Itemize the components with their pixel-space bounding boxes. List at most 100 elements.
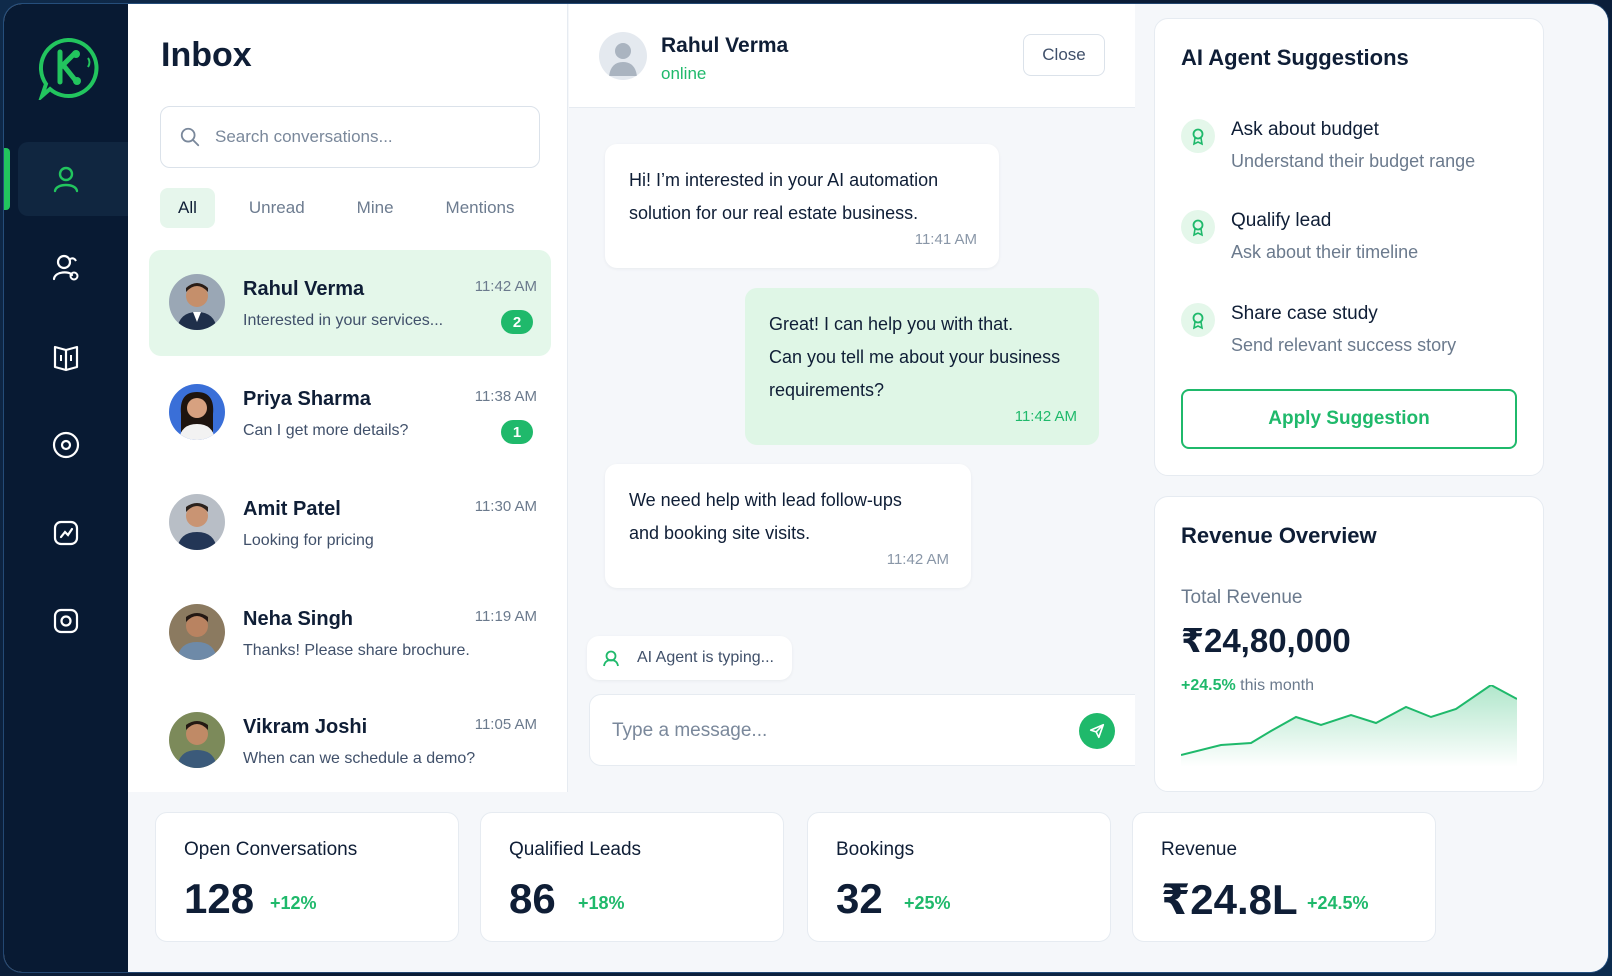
logo-icon[interactable] bbox=[36, 36, 100, 103]
filter-tab-mentions[interactable]: Mentions bbox=[428, 188, 533, 228]
send-button[interactable] bbox=[1079, 713, 1115, 749]
suggestions-title: AI Agent Suggestions bbox=[1181, 45, 1409, 70]
message-time: 11:42 AM bbox=[886, 551, 949, 568]
stat-label: Revenue bbox=[1161, 839, 1238, 860]
conversation-item[interactable]: Vikram Joshi When can we schedule a demo… bbox=[149, 688, 551, 794]
typing-indicator: AI Agent is typing... bbox=[587, 636, 792, 680]
contact-avatar-icon bbox=[599, 32, 647, 80]
suggestion-title: Ask about budget bbox=[1231, 119, 1379, 140]
sidebar-item-goals[interactable] bbox=[18, 408, 128, 482]
users-icon bbox=[52, 254, 79, 281]
stat-change: +25% bbox=[904, 893, 951, 913]
conversation-preview: Thanks! Please share brochure. bbox=[243, 642, 470, 659]
conversation-time: 11:42 AM bbox=[474, 278, 537, 295]
conversation-name: Neha Singh bbox=[243, 608, 354, 630]
ai-agent-icon bbox=[603, 650, 619, 667]
stat-value: 32 bbox=[836, 875, 883, 922]
message-time: 11:41 AM bbox=[914, 231, 977, 248]
typing-text: AI Agent is typing... bbox=[637, 649, 774, 666]
conversation-item[interactable]: Rahul Verma Interested in your services.… bbox=[149, 250, 551, 356]
target-icon bbox=[52, 431, 80, 459]
avatar bbox=[169, 604, 225, 660]
chat-contact-name: Rahul Verma bbox=[661, 34, 789, 57]
inbox-title: Inbox bbox=[161, 36, 252, 74]
suggestion-item[interactable]: Qualify lead Ask about their timeline bbox=[1181, 210, 1521, 280]
message-composer bbox=[589, 694, 1135, 766]
message-bubble: We need help with lead follow-ups and bo… bbox=[605, 464, 971, 588]
suggestion-item[interactable]: Ask about budget Understand their budget… bbox=[1181, 119, 1521, 189]
stat-change: +12% bbox=[270, 893, 317, 913]
search-input[interactable] bbox=[215, 127, 515, 147]
main-area: Inbox All Unread Mine Mentions Rahul Ver… bbox=[128, 4, 1608, 972]
search-icon bbox=[180, 127, 200, 147]
chat-panel: Rahul Verma online Close Hi! I’m interes… bbox=[569, 4, 1135, 792]
stat-card-revenue: Revenue ₹24.8L +24.5% bbox=[1132, 812, 1436, 942]
conversation-time: 11:05 AM bbox=[474, 716, 537, 733]
conversation-preview: Interested in your services... bbox=[243, 312, 444, 329]
avatar bbox=[169, 384, 225, 440]
conversation-name: Amit Patel bbox=[243, 498, 341, 520]
message-bubble: Hi! I’m interested in your AI automation… bbox=[605, 144, 999, 268]
suggestion-item[interactable]: Share case study Send relevant success s… bbox=[1181, 303, 1521, 373]
stat-card-qualified-leads: Qualified Leads 86 +18% bbox=[480, 812, 784, 942]
conversation-time: 11:38 AM bbox=[474, 388, 537, 405]
stat-label: Bookings bbox=[836, 839, 915, 860]
suggestion-title: Share case study bbox=[1231, 303, 1378, 324]
conversation-item[interactable]: Neha Singh Thanks! Please share brochure… bbox=[149, 580, 551, 686]
conversation-item[interactable]: Priya Sharma Can I get more details? 11:… bbox=[149, 360, 551, 466]
filter-tabs: All Unread Mine Mentions bbox=[160, 188, 549, 228]
filter-tab-unread[interactable]: Unread bbox=[231, 188, 323, 228]
suggestion-subtitle: Understand their budget range bbox=[1231, 151, 1476, 171]
user-icon bbox=[53, 166, 79, 193]
ai-agent-icon bbox=[1181, 303, 1215, 337]
stat-value: ₹24.8L bbox=[1161, 876, 1298, 923]
close-button[interactable]: Close bbox=[1023, 34, 1105, 76]
app-window: Inbox All Unread Mine Mentions Rahul Ver… bbox=[4, 4, 1608, 972]
sidebar bbox=[4, 4, 128, 972]
ai-agent-icon bbox=[1181, 210, 1215, 244]
search-box[interactable] bbox=[160, 106, 540, 168]
book-icon bbox=[53, 345, 79, 372]
conversation-name: Rahul Verma bbox=[243, 278, 365, 300]
sidebar-item-knowledge[interactable] bbox=[18, 320, 128, 394]
inbox-panel: Inbox All Unread Mine Mentions Rahul Ver… bbox=[128, 4, 568, 792]
revenue-value: ₹24,80,000 bbox=[1181, 622, 1351, 659]
message-bubble: Great! I can help you with that. Can you… bbox=[745, 288, 1099, 445]
ai-agent-icon bbox=[1181, 119, 1215, 153]
message-line: Can you tell me about your business bbox=[769, 347, 1061, 367]
unread-badge: 1 bbox=[501, 420, 533, 444]
conversation-preview: Can I get more details? bbox=[243, 422, 409, 439]
revenue-label: Total Revenue bbox=[1181, 587, 1303, 608]
send-icon bbox=[1089, 723, 1105, 739]
sidebar-item-analytics[interactable] bbox=[18, 496, 128, 570]
conversation-item[interactable]: Amit Patel Looking for pricing 11:30 AM bbox=[149, 470, 551, 576]
message-line: Hi! I’m interested in your AI automation bbox=[629, 170, 939, 190]
apply-suggestion-button[interactable]: Apply Suggestion bbox=[1181, 389, 1517, 449]
stat-label: Qualified Leads bbox=[509, 839, 642, 860]
filter-tab-mine[interactable]: Mine bbox=[339, 188, 412, 228]
sidebar-item-settings[interactable] bbox=[18, 584, 128, 658]
sidebar-item-contacts[interactable] bbox=[4, 142, 128, 216]
stat-change: +24.5% bbox=[1307, 893, 1369, 913]
avatar bbox=[169, 494, 225, 550]
conversation-name: Vikram Joshi bbox=[243, 716, 368, 738]
sidebar-item-team[interactable] bbox=[18, 230, 128, 304]
stat-change: +18% bbox=[578, 893, 625, 913]
conversation-preview: Looking for pricing bbox=[243, 532, 374, 549]
filter-tab-all[interactable]: All bbox=[160, 188, 215, 228]
message-input[interactable] bbox=[612, 715, 1052, 747]
suggestion-subtitle: Ask about their timeline bbox=[1231, 242, 1419, 262]
stat-value: 86 bbox=[509, 875, 556, 922]
avatar bbox=[169, 712, 225, 768]
conversation-time: 11:30 AM bbox=[474, 498, 537, 515]
stat-card-bookings: Bookings 32 +25% bbox=[807, 812, 1111, 942]
conversation-name: Priya Sharma bbox=[243, 388, 371, 410]
revenue-overview-card: Revenue Overview Total Revenue ₹24,80,00… bbox=[1154, 496, 1544, 792]
revenue-sparkline bbox=[1181, 685, 1517, 767]
sparkline-area bbox=[1181, 685, 1517, 767]
suggestion-subtitle: Send relevant success story bbox=[1231, 335, 1457, 355]
conversation-preview: When can we schedule a demo? bbox=[243, 750, 476, 767]
stat-card-open-conversations: Open Conversations 128 +12% bbox=[155, 812, 459, 942]
message-line: Great! I can help you with that. bbox=[769, 314, 1014, 334]
stat-label: Open Conversations bbox=[184, 839, 358, 860]
